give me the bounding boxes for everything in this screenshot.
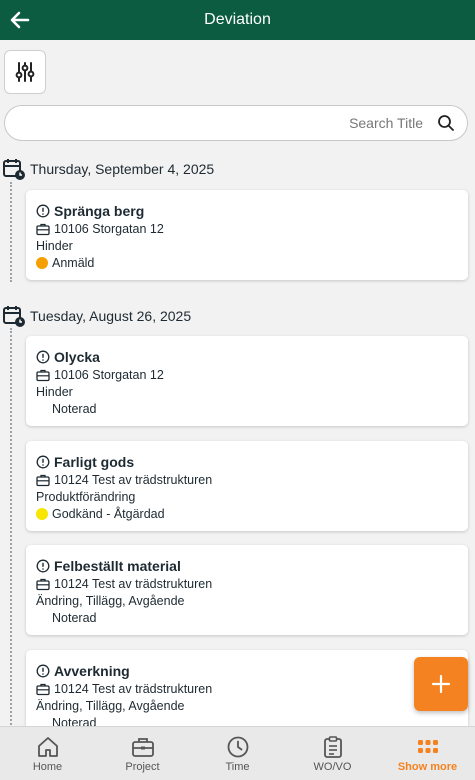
search-bar <box>4 105 468 141</box>
deviation-card[interactable]: Olycka 10106 Storgatan 12 Hinder Noterad <box>26 336 468 426</box>
category-label: Hinder <box>36 238 73 253</box>
clock-icon <box>227 736 248 757</box>
nav-wo-vo[interactable]: WO/VO <box>285 727 380 780</box>
category-label: Ändring, Tillägg, Avgående <box>36 593 185 608</box>
briefcase-icon <box>36 369 50 381</box>
filter-button[interactable] <box>4 50 46 94</box>
timeline-line-2 <box>10 328 12 728</box>
deviation-title: Spränga berg <box>54 202 145 219</box>
status-dot <box>36 507 48 520</box>
nav-label: WO/VO <box>313 760 352 773</box>
bottom-navigation: Home Project Time WO/VO Show more <box>0 726 475 780</box>
nav-label: Project <box>125 760 160 773</box>
project-label: 10106 Storgatan 12 <box>54 221 164 236</box>
alert-circle-icon <box>36 350 50 363</box>
back-button[interactable] <box>6 6 34 34</box>
arrow-left-icon <box>10 11 30 29</box>
nav-label: Home <box>32 760 63 773</box>
search-input[interactable] <box>5 106 431 140</box>
timeline-line-1 <box>10 182 12 282</box>
nav-label: Show more <box>397 760 458 773</box>
status-dot <box>36 256 48 269</box>
nav-project[interactable]: Project <box>95 727 190 780</box>
alert-circle-icon <box>36 204 50 217</box>
home-icon <box>37 736 58 757</box>
date-label: Thursday, September 4, 2025 <box>30 161 215 177</box>
project-label: 10124 Test av trädstrukturen <box>54 472 213 487</box>
project-label: 10106 Storgatan 12 <box>54 367 164 382</box>
status-label: Anmäld <box>52 255 95 270</box>
grid-dots-icon <box>417 739 438 753</box>
deviation-title: Felbeställt material <box>54 557 181 574</box>
deviation-title: Avverkning <box>54 662 130 679</box>
date-header: Tuesday, August 26, 2025 <box>2 304 191 328</box>
briefcase-icon <box>36 578 50 590</box>
sliders-icon <box>15 62 35 82</box>
add-deviation-button[interactable] <box>414 657 468 711</box>
briefcase-icon <box>36 223 50 235</box>
briefcase-icon <box>131 737 154 757</box>
calendar-clock-icon <box>3 159 25 180</box>
briefcase-icon <box>36 683 50 695</box>
nav-show-more[interactable]: Show more <box>380 727 475 780</box>
calendar-clock-icon <box>3 306 25 327</box>
date-header: Thursday, September 4, 2025 <box>2 157 214 181</box>
deviation-card[interactable]: Felbeställt material 10124 Test av träds… <box>26 545 468 635</box>
plus-icon <box>431 674 451 694</box>
top-app-bar: Deviation <box>0 0 475 40</box>
nav-home[interactable]: Home <box>0 727 95 780</box>
deviation-card[interactable]: Farligt gods 10124 Test av trädstrukture… <box>26 441 468 531</box>
alert-circle-icon <box>36 559 50 572</box>
page-title: Deviation <box>204 11 271 28</box>
deviation-card[interactable]: Spränga berg 10106 Storgatan 12 Hinder A… <box>26 190 468 280</box>
status-label: Noterad <box>52 610 97 625</box>
briefcase-icon <box>36 474 50 486</box>
alert-circle-icon <box>36 455 50 468</box>
search-button[interactable] <box>431 108 461 138</box>
category-label: Hinder <box>36 384 73 399</box>
deviation-title: Farligt gods <box>54 453 135 470</box>
nav-time[interactable]: Time <box>190 727 285 780</box>
deviation-title: Olycka <box>54 348 100 365</box>
category-label: Produktförändring <box>36 489 136 504</box>
project-label: 10124 Test av trädstrukturen <box>54 681 213 696</box>
search-icon <box>438 115 454 131</box>
nav-label: Time <box>225 760 250 773</box>
alert-circle-icon <box>36 664 50 677</box>
project-label: 10124 Test av trädstrukturen <box>54 576 213 591</box>
clipboard-icon <box>323 735 342 758</box>
date-label: Tuesday, August 26, 2025 <box>30 308 192 324</box>
status-label: Noterad <box>52 401 97 416</box>
category-label: Ändring, Tillägg, Avgående <box>36 698 185 713</box>
status-label: Godkänd - Åtgärdad <box>52 506 165 521</box>
